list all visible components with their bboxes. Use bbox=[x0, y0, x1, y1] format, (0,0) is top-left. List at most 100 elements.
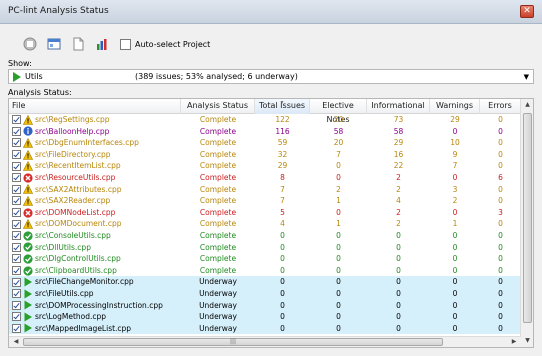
table-row[interactable]: src\FileChangeMonitor.cpp Underway 0 0 0 0 0 bbox=[9, 276, 521, 288]
analysis-status-cell: Complete bbox=[199, 161, 237, 171]
warnings-cell: 2 bbox=[452, 196, 458, 206]
errors-cell: 0 bbox=[498, 196, 503, 206]
horizontal-scroll-thumb[interactable]: ||| bbox=[23, 338, 443, 346]
show-project-dropdown[interactable]: Utils (389 issues; 53% analysed; 6 under… bbox=[8, 69, 534, 84]
elective-notes-cell: 7 bbox=[336, 149, 341, 159]
checkbox-box[interactable] bbox=[120, 38, 131, 50]
horizontal-scrollbar[interactable]: ◀ ||| ▶ bbox=[9, 336, 521, 347]
elective-notes-cell: 0 bbox=[336, 277, 341, 287]
analysis-status-cell: Underway bbox=[199, 300, 237, 310]
column-header-errors[interactable]: Errors bbox=[480, 99, 521, 114]
warnings-cell: 1 bbox=[452, 219, 458, 229]
table-row[interactable]: src\DlgControlUtils.cpp Complete 0 0 0 0 0 bbox=[9, 253, 521, 265]
row-checkbox[interactable] bbox=[12, 300, 21, 310]
row-checkbox[interactable] bbox=[12, 277, 21, 287]
row-checkbox[interactable] bbox=[12, 161, 21, 171]
errors-cell: 0 bbox=[498, 115, 503, 124]
row-checkbox[interactable] bbox=[12, 312, 21, 322]
total-issues-cell: 0 bbox=[280, 288, 285, 298]
file-cell: src\MappedImageList.cpp bbox=[9, 323, 181, 335]
row-checkbox[interactable] bbox=[12, 266, 21, 276]
total-issues-cell: 0 bbox=[280, 300, 285, 310]
scroll-right-icon[interactable]: ▶ bbox=[508, 337, 520, 347]
close-button[interactable]: ✕ bbox=[520, 5, 534, 18]
errors-cell: 0 bbox=[498, 149, 503, 159]
informational-cell: 4 bbox=[396, 196, 401, 206]
column-header-informational[interactable]: Informational bbox=[367, 99, 430, 114]
table-row[interactable]: src\DbgEnumInterfaces.cpp Complete 59 20 29 1… bbox=[9, 137, 521, 149]
column-header-elective-notes[interactable]: Elective Notes bbox=[310, 99, 367, 124]
ok-icon bbox=[23, 231, 33, 241]
vertical-scroll-thumb[interactable] bbox=[523, 113, 532, 323]
table-row[interactable]: src\ClipboardUtils.cpp Complete 0 0 0 0 0 bbox=[9, 265, 521, 277]
file-name: src\SAX2Reader.cpp bbox=[35, 196, 111, 206]
row-checkbox[interactable] bbox=[12, 219, 21, 229]
analysis-status-cell: Underway bbox=[199, 312, 237, 322]
table-row[interactable]: src\FileDirectory.cpp Complete 32 7 16 9 0 bbox=[9, 149, 521, 161]
informational-cell: 0 bbox=[396, 288, 401, 298]
sort-indicator-icon: ▾ bbox=[280, 99, 284, 106]
column-header-warnings[interactable]: Warnings bbox=[430, 99, 480, 114]
row-checkbox[interactable] bbox=[12, 173, 21, 183]
row-checkbox[interactable] bbox=[12, 254, 21, 264]
open-button[interactable] bbox=[46, 36, 62, 52]
row-checkbox[interactable] bbox=[12, 150, 21, 160]
file-cell: src\RegSettings.cpp bbox=[9, 114, 181, 126]
info-icon bbox=[23, 126, 33, 136]
table-row[interactable]: src\FileUtils.cpp Underway 0 0 0 0 0 bbox=[9, 287, 521, 300]
warnings-cell: 0 bbox=[452, 242, 458, 252]
table-row[interactable]: src\RecentItemList.cpp Complete 29 0 22 7 0 bbox=[9, 160, 521, 172]
warnings-cell: 0 bbox=[452, 172, 458, 182]
stop-button[interactable] bbox=[22, 36, 38, 52]
row-checkbox[interactable] bbox=[12, 184, 21, 194]
warnings-cell: 7 bbox=[452, 161, 458, 171]
table-row[interactable]: src\ConsoleUtils.cpp Complete 0 0 0 0 0 bbox=[9, 230, 521, 242]
table-row[interactable]: src\DllUtils.cpp Complete 0 0 0 0 0 bbox=[9, 242, 521, 254]
scroll-down-icon[interactable]: ▼ bbox=[521, 335, 533, 347]
table-row[interactable]: src\SAX2Reader.cpp Complete 7 1 4 2 0 bbox=[9, 195, 521, 207]
table-row[interactable]: src\RegSettings.cpp Complete 122 20 73 29 0 bbox=[9, 114, 521, 126]
document-icon bbox=[73, 37, 84, 51]
row-checkbox[interactable] bbox=[12, 196, 21, 206]
row-checkbox[interactable] bbox=[12, 231, 21, 241]
informational-cell: 2 bbox=[396, 172, 401, 182]
toolbar: Auto-select Project bbox=[22, 36, 210, 52]
table-row[interactable]: src\DOMProcessingInstruction.cpp Underway… bbox=[9, 299, 521, 312]
table-row[interactable]: src\DOMDocument.cpp Complete 4 1 2 1 0 bbox=[9, 218, 521, 230]
vertical-scrollbar[interactable]: ▲ ▼ bbox=[520, 99, 533, 347]
scroll-up-icon[interactable]: ▲ bbox=[521, 99, 533, 111]
row-checkbox[interactable] bbox=[12, 126, 21, 136]
column-header-total-issues[interactable]: ▾ Total Issues bbox=[255, 99, 310, 114]
warnings-cell: 29 bbox=[450, 115, 460, 124]
table-row[interactable]: src\BalloonHelp.cpp Complete 116 58 58 0 0 bbox=[9, 126, 521, 138]
table-row[interactable]: src\LogMethod.cpp Underway 0 0 0 0 0 bbox=[9, 311, 521, 323]
column-header-file[interactable]: File bbox=[9, 99, 181, 114]
file-name: src\LogMethod.cpp bbox=[35, 312, 107, 322]
row-checkbox[interactable] bbox=[12, 208, 21, 218]
play-icon bbox=[23, 323, 33, 333]
errors-cell: 0 bbox=[498, 300, 503, 310]
auto-select-project-checkbox[interactable]: Auto-select Project bbox=[120, 38, 210, 50]
table-row[interactable]: src\DOMNodeList.cpp Complete 5 0 2 0 3 bbox=[9, 207, 521, 219]
table-row[interactable]: src\SAX2Attributes.cpp Complete 7 2 2 3 0 bbox=[9, 184, 521, 196]
file-cell: src\DlgControlUtils.cpp bbox=[9, 253, 181, 265]
chevron-down-icon[interactable]: ▼ bbox=[524, 73, 529, 81]
total-issues-cell: 29 bbox=[277, 161, 288, 171]
row-checkbox[interactable] bbox=[12, 242, 21, 252]
row-checkbox[interactable] bbox=[12, 323, 21, 333]
elective-notes-cell: 0 bbox=[336, 207, 341, 217]
file-cell: src\FileDirectory.cpp bbox=[9, 149, 181, 161]
elective-notes-cell: 0 bbox=[336, 323, 341, 333]
scroll-left-icon[interactable]: ◀ bbox=[10, 337, 22, 347]
warnings-cell: 0 bbox=[452, 312, 458, 322]
table-row[interactable]: src\ResourceUtils.cpp Complete 8 0 2 0 6 bbox=[9, 172, 521, 184]
row-checkbox[interactable] bbox=[12, 115, 21, 125]
table-row[interactable]: src\MappedImageList.cpp Underway 0 0 0 0 0 bbox=[9, 322, 521, 335]
window-title: PC-lint Analysis Status bbox=[8, 6, 109, 16]
column-header-analysis-status[interactable]: Analysis Status bbox=[181, 99, 255, 114]
new-document-button[interactable] bbox=[70, 36, 86, 52]
file-name: src\MappedImageList.cpp bbox=[35, 323, 132, 333]
row-checkbox[interactable] bbox=[12, 289, 21, 299]
row-checkbox[interactable] bbox=[12, 138, 21, 148]
chart-button[interactable] bbox=[94, 36, 110, 52]
